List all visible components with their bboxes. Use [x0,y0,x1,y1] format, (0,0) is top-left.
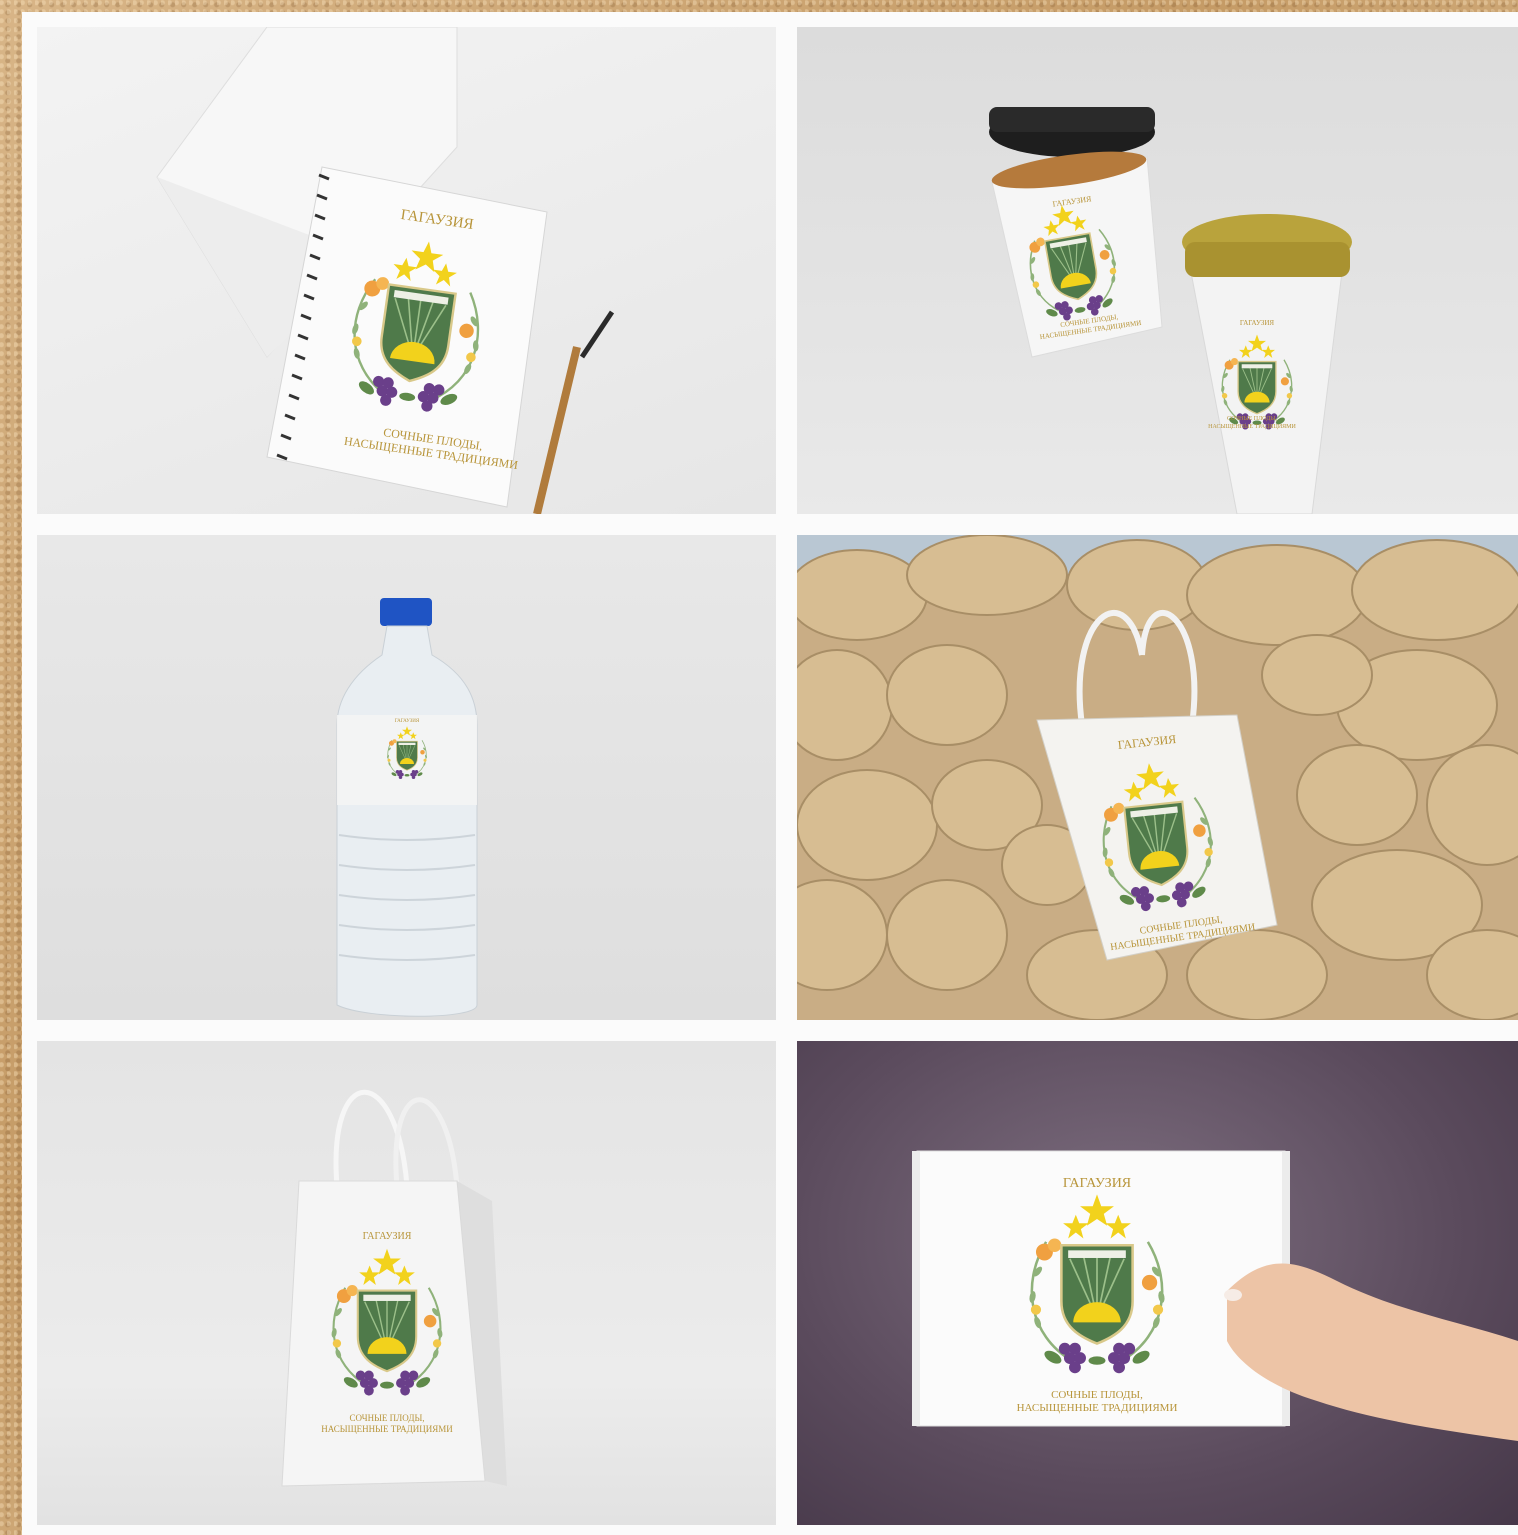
paper-bag-mockup-panel: ГАГАУЗИЯ СОЧНЫЕ ПЛОДЫ, НАСЫЩЕННЫЕ ТРАДИЦ… [37,1041,776,1525]
bottle-region-name: ГАГАУЗИЯ [394,719,420,724]
cup2-slogan-line1: СОЧНЫЕ ПЛОДЫ, [1226,416,1278,422]
paper-bag-slogan-line1: СОЧНЫЕ ПЛОДЫ, [349,1413,425,1423]
tote-bag-mockup-panel: ГАГАУЗИЯ СОЧНЫЕ ПЛОДЫ, НАСЫЩЕННЫЕ ТРАДИЦ… [797,535,1518,1020]
box-slogan: СОЧНЫЕ ПЛОДЫ, НАСЫЩЕННЫЕ ТРАДИЦИЯМИ [967,1389,1227,1415]
box-slogan-line2: НАСЫЩЕННЫЕ ТРАДИЦИЯМИ [1016,1402,1178,1414]
paper-bag-slogan-line2: НАСЫЩЕННЫЕ ТРАДИЦИЯМИ [321,1424,453,1434]
paper-bag-scene [281,1089,507,1487]
paper-bag-region-name: ГАГАУЗИЯ [362,1231,412,1242]
gift-box-scene [912,1150,1518,1441]
box-slogan-line1: СОЧНЫЕ ПЛОДЫ, [1051,1389,1143,1401]
water-bottle-scene [336,598,478,1017]
coffee-cups-scene [989,107,1352,514]
gift-box-mockup-panel: ГАГАУЗИЯ СОЧНЫЕ ПЛОДЫ, НАСЫЩЕННЫЕ ТРАДИЦ… [797,1041,1518,1525]
water-bottle-mockup-panel: ГАГАУЗИЯ [37,535,776,1020]
paper-bag-slogan: СОЧНЫЕ ПЛОДЫ, НАСЫЩЕННЫЕ ТРАДИЦИЯМИ [287,1413,487,1435]
cup2-region-name: ГАГАУЗИЯ [1239,319,1275,327]
box-region-name: ГАГАУЗИЯ [1062,1176,1132,1191]
coffee-cups-mockup-panel: ГАГАУЗИЯ СОЧНЫЕ ПЛОДЫ, НАСЫЩЕННЫЕ ТРАДИЦ… [797,27,1518,514]
cup2-slogan-line2: НАСЫЩЕННЫЕ ТРАДИЦИЯМИ [1208,424,1296,430]
cup2-slogan: СОЧНЫЕ ПЛОДЫ, НАСЫЩЕННЫЕ ТРАДИЦИЯМИ [1192,415,1312,431]
notebook-mockup-panel: ГАГАУЗИЯ СОЧНЫЕ ПЛОДЫ, НАСЫЩЕННЫЕ ТРАДИЦ… [37,27,776,514]
